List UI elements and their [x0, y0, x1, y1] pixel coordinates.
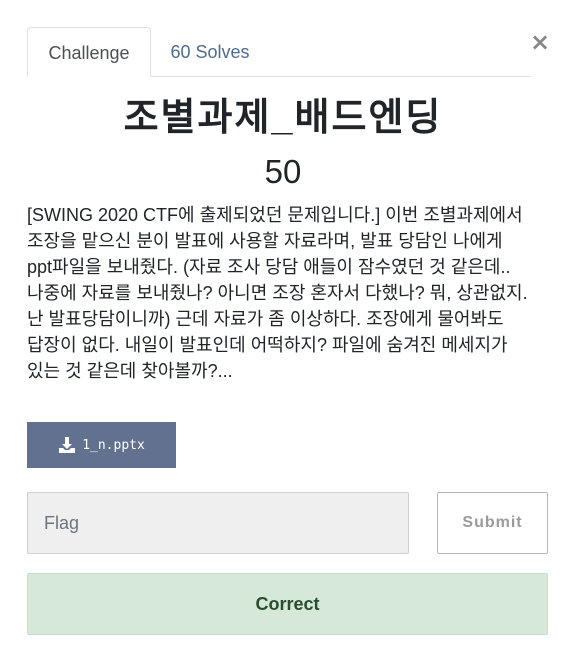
flag-input[interactable] [27, 492, 409, 554]
tab-solves[interactable]: 60 Solves [151, 27, 269, 77]
file-download-button[interactable]: 1_n.pptx [27, 422, 176, 468]
result-notification: Correct [27, 573, 548, 635]
tab-bar: Challenge 60 Solves [27, 27, 531, 77]
result-message: Correct [255, 593, 320, 614]
challenge-description: [SWING 2020 CTF에 출제되었던 문제입니다.] 이번 조별과제에서… [27, 205, 528, 381]
close-button[interactable]: × [528, 30, 552, 54]
file-name: 1_n.pptx [82, 437, 145, 453]
tab-challenge[interactable]: Challenge [27, 27, 151, 77]
challenge-title: 조별과제_배드엔딩 [123, 97, 443, 139]
submit-button[interactable]: Submit [437, 492, 548, 554]
download-icon [59, 437, 76, 453]
challenge-points: 50 [264, 153, 302, 190]
